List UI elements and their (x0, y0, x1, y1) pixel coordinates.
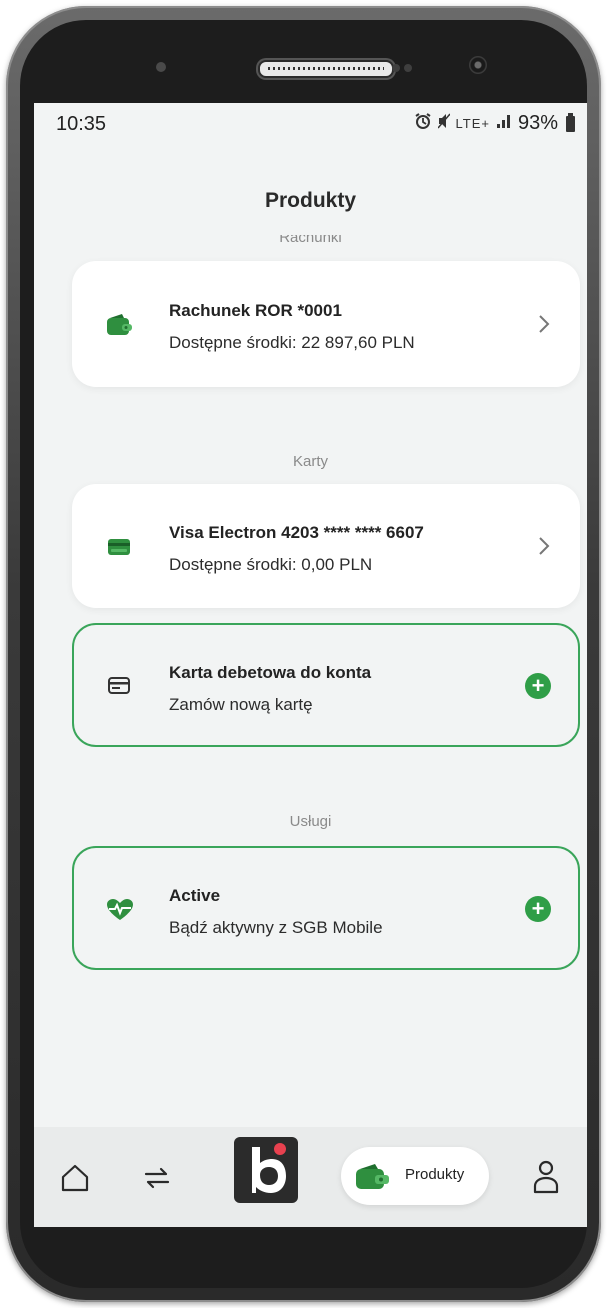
wallet-icon (355, 1163, 391, 1196)
card-balance: Dostępne środki: 0,00 PLN (169, 555, 373, 574)
profile-icon[interactable] (532, 1159, 560, 1200)
account-balance: Dostępne środki: 22 897,60 PLN (169, 333, 415, 352)
account-card[interactable]: Rachunek ROR *0001 Dostępne środki: 22 8… (72, 261, 580, 387)
mute-icon (436, 112, 451, 135)
section-header-cards: Karty (292, 453, 328, 470)
chevron-right-icon (538, 314, 550, 334)
nav-label-products: Produkty (405, 1166, 465, 1183)
bank-logo-icon[interactable] (234, 1137, 298, 1203)
section-header-services: Usługi (289, 813, 332, 830)
service-subtitle: Bądź aktywny z SGB Mobile (169, 918, 383, 937)
wallet-icon (106, 313, 134, 337)
transfer-icon[interactable] (140, 1165, 174, 1196)
status-right: LTE+ 93% (414, 112, 575, 135)
page-title: Produkty (264, 189, 356, 212)
add-icon[interactable]: + (525, 673, 551, 699)
status-bar: 10:35 LTE+ 93% (34, 103, 587, 147)
order-card-title: Karta debetowa do konta (169, 663, 372, 682)
phone-frame: 10:35 LTE+ 93% Produkty Rachunki Rachune… (6, 6, 601, 1302)
bottom-navigation: Produkty (34, 1127, 587, 1227)
order-card-item[interactable]: Karta debetowa do konta Zamów nową kartę… (72, 623, 580, 747)
card-item[interactable]: Visa Electron 4203 **** **** 6607 Dostęp… (72, 484, 580, 608)
chevron-right-icon (538, 536, 550, 556)
app-screen: 10:35 LTE+ 93% Produkty Rachunki Rachune… (34, 103, 587, 1227)
card-outline-icon (106, 675, 134, 699)
card-name: Visa Electron 4203 **** **** 6607 (169, 523, 424, 542)
card-icon (106, 536, 134, 560)
battery-level: 93% (517, 112, 558, 134)
nav-item-products[interactable]: Produkty (341, 1147, 489, 1205)
network-type: LTE+ (455, 116, 490, 131)
service-item-active[interactable]: Active Bądź aktywny z SGB Mobile + (72, 846, 580, 970)
sensor-icon (404, 64, 412, 72)
order-card-subtitle: Zamów nową kartę (169, 695, 313, 714)
front-camera-icon (469, 56, 487, 74)
service-title: Active (169, 886, 221, 905)
add-icon[interactable]: + (525, 896, 551, 922)
status-time: 10:35 (56, 113, 107, 135)
section-header-accounts: Rachunki (279, 229, 342, 246)
sensor-icon (156, 62, 166, 72)
alarm-icon (414, 112, 432, 135)
heart-pulse-icon (106, 898, 134, 922)
signal-icon (496, 112, 512, 135)
speaker-grille (258, 60, 394, 78)
home-icon[interactable] (60, 1163, 90, 1198)
battery-icon (566, 112, 575, 132)
account-name: Rachunek ROR *0001 (169, 301, 342, 320)
sensor-icon (392, 64, 400, 72)
